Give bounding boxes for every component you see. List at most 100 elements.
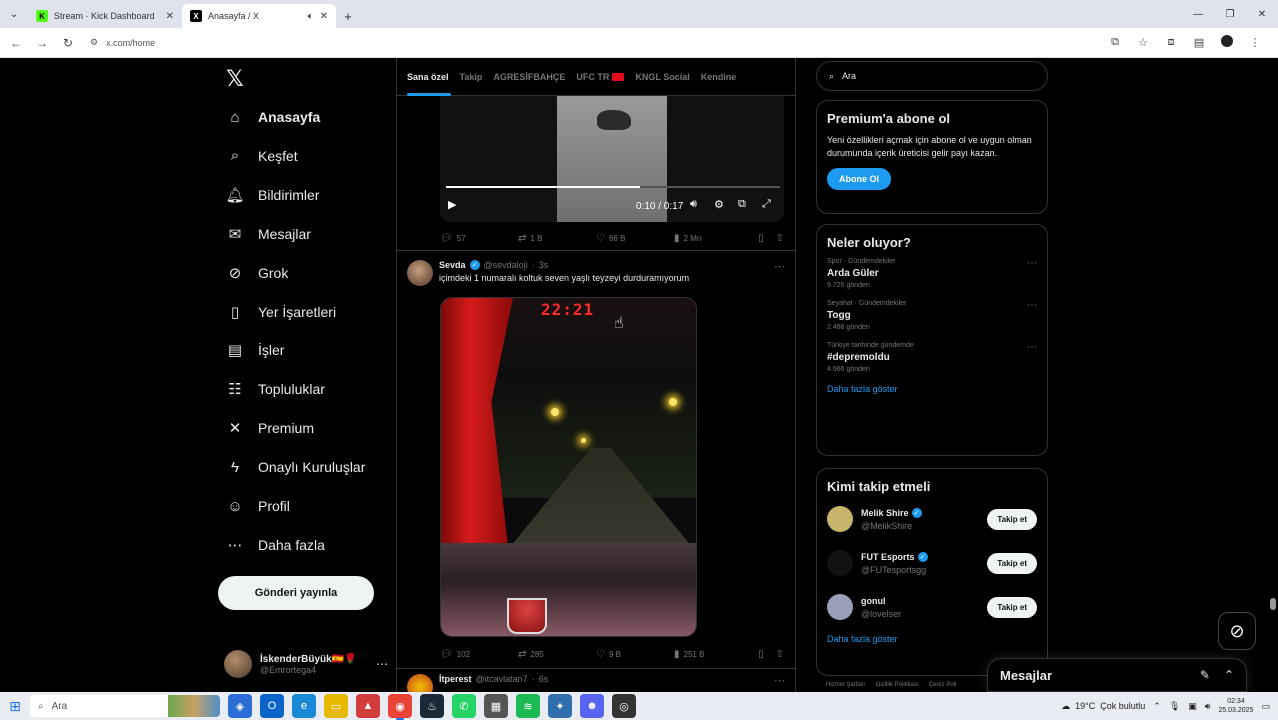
close-tab-icon[interactable]: ✕ bbox=[320, 11, 328, 22]
nav-item-4[interactable]: ✉ Mesajlar bbox=[226, 219, 311, 249]
windows-start-icon[interactable]: ⊞ bbox=[0, 692, 30, 720]
tweet-video[interactable]: 22:21 bbox=[440, 297, 697, 637]
volume-icon[interactable]: 🔊︎ bbox=[1205, 701, 1211, 712]
extensions-icon[interactable]: ⧈ bbox=[1162, 36, 1180, 49]
footer-link[interactable]: Hizmet Şartları bbox=[826, 682, 866, 688]
new-tab-button[interactable]: + bbox=[336, 4, 360, 28]
url-field[interactable]: ⚙ x.com/home bbox=[84, 32, 1100, 54]
nav-item-8[interactable]: ☷ Topluluklar bbox=[226, 374, 325, 404]
bookmark-icon[interactable]: ▯ bbox=[758, 233, 764, 244]
tab-kngl-social[interactable]: KNGL Social bbox=[635, 58, 700, 96]
follow-suggestion[interactable]: Melik Shire ✓ @MelikShire Takip et bbox=[827, 502, 1037, 536]
back-icon[interactable]: ← bbox=[6, 33, 26, 53]
more-icon[interactable]: ⋯ bbox=[774, 260, 785, 273]
trend-item[interactable]: Seyahat · Gündemdekiler Togg 2.486 gönderi… bbox=[827, 300, 1037, 331]
tweet-author-handle[interactable]: @sevdaloji bbox=[484, 260, 528, 270]
clock[interactable]: 02:34 25.03.2025 bbox=[1218, 697, 1253, 715]
whatsapp-icon[interactable]: ✆ bbox=[452, 694, 476, 718]
new-message-icon[interactable]: ✎ bbox=[1200, 668, 1210, 682]
tab-ufc-tr[interactable]: UFC TR bbox=[576, 58, 635, 96]
nav-item-2[interactable]: ⌕ Keşfet bbox=[226, 141, 298, 171]
tab-kendine[interactable]: Kendine bbox=[701, 58, 748, 96]
avatar[interactable] bbox=[827, 506, 853, 532]
nav-item-6[interactable]: ▯ Yer İşaretleri bbox=[226, 297, 336, 327]
file-explorer-icon[interactable]: ▭ bbox=[324, 694, 348, 718]
edge-icon[interactable]: e bbox=[292, 694, 316, 718]
tweet-author-name[interactable]: İtperest bbox=[439, 674, 472, 684]
volume-icon[interactable]: 🔊︎ bbox=[690, 198, 697, 211]
share-icon[interactable]: ⇧ bbox=[776, 233, 784, 244]
restore-icon[interactable]: ❐ bbox=[1214, 0, 1246, 28]
like-button[interactable]: ♡ 9 B bbox=[596, 649, 674, 660]
nav-item-10[interactable]: ϟ Onaylı Kuruluşlar bbox=[226, 452, 365, 482]
tab-following[interactable]: Takip bbox=[460, 58, 494, 96]
repost-button[interactable]: ⇄ 1 B bbox=[518, 233, 596, 244]
star-icon[interactable]: ☆ bbox=[1134, 36, 1152, 49]
nav-item-7[interactable]: ▤ İşler bbox=[226, 335, 285, 365]
close-window-icon[interactable]: ✕ bbox=[1246, 0, 1278, 28]
footer-link[interactable]: Çerez Poli bbox=[929, 682, 957, 688]
trend-item[interactable]: Türkiye tarihinde gündemde #depremoldu 4.6… bbox=[827, 342, 1037, 373]
repost-button[interactable]: ⇄ 285 bbox=[518, 649, 596, 660]
post-button[interactable]: Gönderi yayınla bbox=[218, 576, 374, 610]
more-icon[interactable]: ⋯ bbox=[774, 674, 785, 687]
calculator-icon[interactable]: ▦ bbox=[484, 694, 508, 718]
footer-link[interactable]: Gizlilik Politikası bbox=[876, 682, 919, 688]
share-icon[interactable]: ⇧ bbox=[776, 649, 784, 660]
taskbar-search[interactable]: ⌕ Ara bbox=[30, 695, 220, 717]
close-tab-icon[interactable]: ✕ bbox=[166, 11, 174, 22]
menu-icon[interactable]: ⋮ bbox=[1246, 36, 1264, 49]
more-icon[interactable]: ⋯ bbox=[1027, 258, 1037, 269]
reading-list-icon[interactable]: ▤ bbox=[1190, 36, 1208, 49]
notification-icon[interactable]: ▭ bbox=[1261, 701, 1270, 712]
tweet-author-name[interactable]: Sevda bbox=[439, 260, 466, 270]
more-icon[interactable]: ⋯ bbox=[1027, 300, 1037, 311]
nav-item-1[interactable]: ⌂ Anasayfa bbox=[226, 102, 320, 132]
tab-search-icon[interactable]: ⌄ bbox=[0, 0, 28, 28]
browser-tab-x[interactable]: X Anasayfa / X 🔈︎ ✕ bbox=[182, 4, 336, 28]
account-switcher[interactable]: İskenderBüyük🇪🇸🌹 @Emrortega4 ⋯ bbox=[224, 646, 388, 682]
avatar[interactable] bbox=[407, 674, 433, 692]
nav-item-3[interactable]: 🔔︎ Bildirimler bbox=[225, 180, 319, 210]
app-icon[interactable]: ✦ bbox=[548, 694, 572, 718]
app-icon[interactable]: ▲ bbox=[356, 694, 380, 718]
avatar[interactable] bbox=[407, 260, 433, 286]
nav-item-5[interactable]: ⊘ Grok bbox=[226, 258, 289, 288]
nav-item-12[interactable]: ⋯ Daha fazla bbox=[226, 530, 325, 560]
profile-icon[interactable] bbox=[1218, 35, 1236, 50]
site-info-icon[interactable]: ⚙ bbox=[90, 37, 98, 48]
browser-tab-kick[interactable]: K Stream · Kick Dashboard ✕ bbox=[28, 4, 182, 28]
more-icon[interactable]: ⋯ bbox=[376, 657, 388, 671]
messages-drawer[interactable]: Mesajlar ✎ ⌃ bbox=[987, 658, 1247, 692]
mute-tab-icon[interactable]: 🔈︎ bbox=[308, 11, 314, 22]
trends-show-more-link[interactable]: Daha fazla göster bbox=[827, 384, 1037, 394]
more-icon[interactable]: ⋯ bbox=[1027, 342, 1037, 353]
trend-item[interactable]: Spor · Gündemdekiler Arda Güler 9.726 gönd… bbox=[827, 258, 1037, 289]
spotify-icon[interactable]: ≋ bbox=[516, 694, 540, 718]
x-logo-icon[interactable]: 𝕏 bbox=[226, 66, 244, 92]
obs-icon[interactable]: ◎ bbox=[612, 694, 636, 718]
cast-icon[interactable]: ⧉ bbox=[1106, 36, 1124, 49]
follow-button[interactable]: Takip et bbox=[987, 552, 1037, 574]
chrome-icon[interactable]: ◉ bbox=[388, 694, 412, 720]
page-scrollbar[interactable] bbox=[1270, 62, 1276, 688]
expand-up-icon[interactable]: ⌃ bbox=[1224, 668, 1234, 682]
scrollbar-thumb[interactable] bbox=[1270, 598, 1276, 610]
weather-widget[interactable]: ☁ 19°C Çok bulutlu bbox=[1061, 701, 1145, 712]
outlook-icon[interactable]: O bbox=[260, 694, 284, 718]
bookmark-icon[interactable]: ▯ bbox=[758, 649, 764, 660]
like-button[interactable]: ♡ 66 B bbox=[596, 233, 674, 244]
play-icon[interactable]: ▶ bbox=[448, 198, 456, 211]
avatar[interactable] bbox=[827, 594, 853, 620]
tweet-author-handle[interactable]: @itcavlatan7 bbox=[476, 674, 528, 684]
forward-icon[interactable]: → bbox=[32, 33, 52, 53]
avatar[interactable] bbox=[827, 550, 853, 576]
tweet-age[interactable]: 3s bbox=[539, 260, 549, 270]
reply-button[interactable]: 💬︎ 102 bbox=[440, 649, 518, 660]
follow-show-more-link[interactable]: Daha fazla göster bbox=[827, 634, 1037, 644]
chevron-up-icon[interactable]: ⌃ bbox=[1153, 701, 1161, 712]
subscribe-button[interactable]: Abone Ol bbox=[827, 168, 891, 190]
search-input[interactable]: ⌕ Ara bbox=[816, 61, 1048, 91]
microphone-icon[interactable]: 🎙︎ bbox=[1169, 701, 1180, 712]
settings-icon[interactable]: ⚙ bbox=[714, 198, 724, 211]
